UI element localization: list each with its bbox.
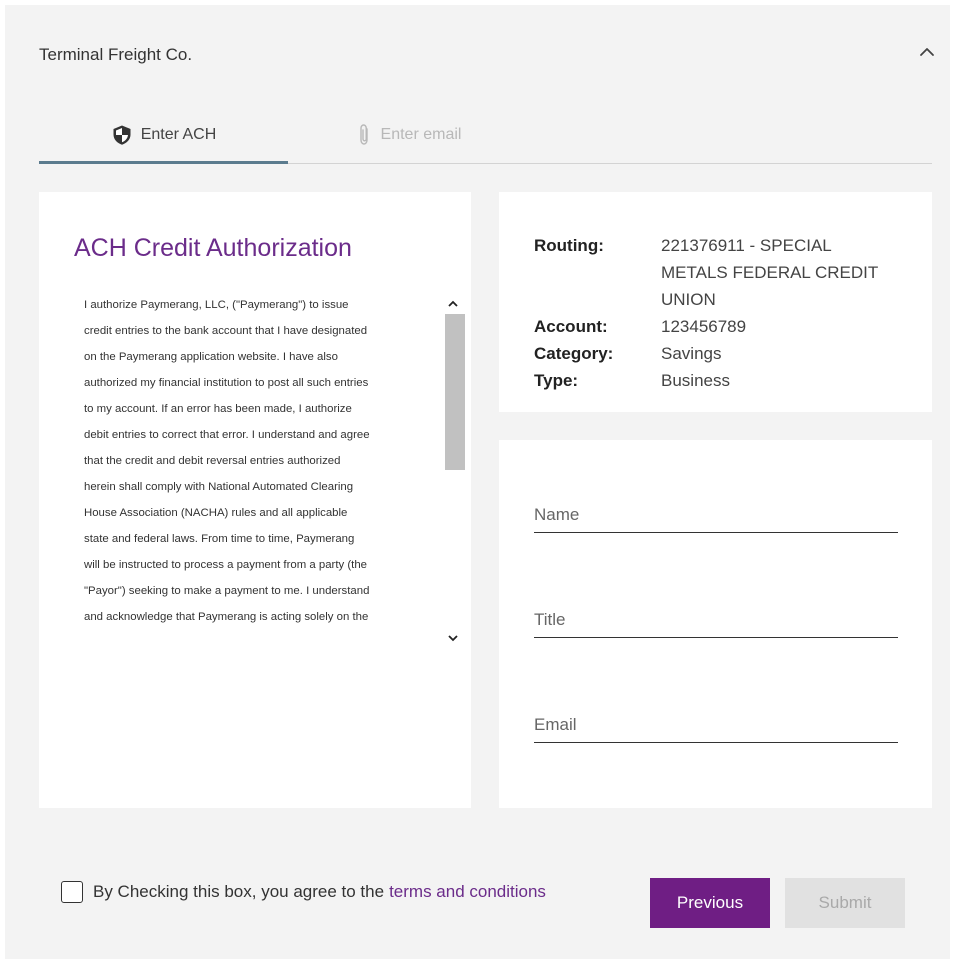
tab-enter-email-label: Enter email xyxy=(380,126,462,143)
authorization-line: herein shall comply with National Automa… xyxy=(84,481,354,493)
type-value: Business xyxy=(661,371,730,390)
type-label: Type: xyxy=(534,371,579,390)
scroll-up-icon[interactable] xyxy=(443,294,463,314)
scrollbar-thumb[interactable] xyxy=(445,314,465,470)
category-label: Category: xyxy=(534,344,614,363)
authorization-title: ACH Credit Authorization xyxy=(74,234,352,262)
page: Terminal Freight Co. Enter ACH Enter ema… xyxy=(0,0,955,959)
authorization-scrollbar[interactable] xyxy=(443,292,465,652)
terms-checkbox[interactable] xyxy=(61,881,83,903)
account-row: Account: 123456789 xyxy=(534,313,901,340)
authorization-line: credit entries to the bank account that … xyxy=(84,325,368,337)
title-field[interactable] xyxy=(534,603,898,638)
account-info-card: Routing: 221376911 - SPECIAL METALS FEDE… xyxy=(499,192,932,412)
category-row: Category: Savings xyxy=(534,340,901,367)
authorization-line: I authorize Paymerang, LLC, ("Paymerang"… xyxy=(84,299,349,311)
routing-value: 221376911 - SPECIAL METALS FEDERAL CREDI… xyxy=(661,236,878,309)
authorization-line: that the credit and debit reversal entri… xyxy=(84,455,341,467)
tab-enter-email[interactable]: Enter email xyxy=(288,107,528,163)
authorization-text[interactable]: I authorize Paymerang, LLC, ("Paymerang"… xyxy=(84,292,431,652)
terms-agreement: By Checking this box, you agree to the t… xyxy=(61,881,546,903)
authorization-line: to my account. If an error has been made… xyxy=(84,403,352,415)
vendor-panel: Terminal Freight Co. Enter ACH Enter ema… xyxy=(5,5,950,959)
routing-row: Routing: 221376911 - SPECIAL METALS FEDE… xyxy=(534,232,901,313)
tab-enter-ach[interactable]: Enter ACH xyxy=(39,107,288,164)
type-row: Type: Business xyxy=(534,367,901,394)
authorization-line: debit entries to correct that error. I u… xyxy=(84,429,370,441)
authorization-line: state and federal laws. From time to tim… xyxy=(84,533,355,545)
signer-form-card xyxy=(499,440,932,808)
authorization-line: on the Paymerang application website. I … xyxy=(84,351,338,363)
account-label: Account: xyxy=(534,317,608,336)
paperclip-icon xyxy=(355,123,373,147)
submit-button[interactable]: Submit xyxy=(785,878,905,928)
shield-icon xyxy=(111,124,133,146)
name-field[interactable] xyxy=(534,498,898,533)
terms-text: By Checking this box, you agree to the xyxy=(93,882,385,901)
authorization-line: and acknowledge that Paymerang is acting… xyxy=(84,611,369,623)
company-name: Terminal Freight Co. xyxy=(39,45,193,64)
chevron-up-icon[interactable] xyxy=(916,41,938,63)
account-info-table: Routing: 221376911 - SPECIAL METALS FEDE… xyxy=(534,232,901,394)
authorization-line: will be instructed to process a payment … xyxy=(84,559,367,571)
category-value: Savings xyxy=(661,344,722,363)
authorization-card: ACH Credit Authorization I authorize Pay… xyxy=(39,192,471,808)
routing-label: Routing: xyxy=(534,236,604,255)
scroll-down-icon[interactable] xyxy=(443,628,463,648)
active-tab-indicator xyxy=(39,161,288,164)
authorization-line: House Association (NACHA) rules and all … xyxy=(84,507,348,519)
authorization-line: authorized my financial institution to p… xyxy=(84,377,369,389)
account-value: 123456789 xyxy=(661,317,747,336)
previous-button[interactable]: Previous xyxy=(650,878,770,928)
tab-bar: Enter ACH Enter email xyxy=(39,107,932,164)
terms-link[interactable]: terms and conditions xyxy=(389,882,546,902)
email-field[interactable] xyxy=(534,708,898,743)
authorization-line: "Payor") seeking to make a payment to me… xyxy=(84,585,370,597)
tab-enter-ach-label: Enter ACH xyxy=(140,126,217,143)
